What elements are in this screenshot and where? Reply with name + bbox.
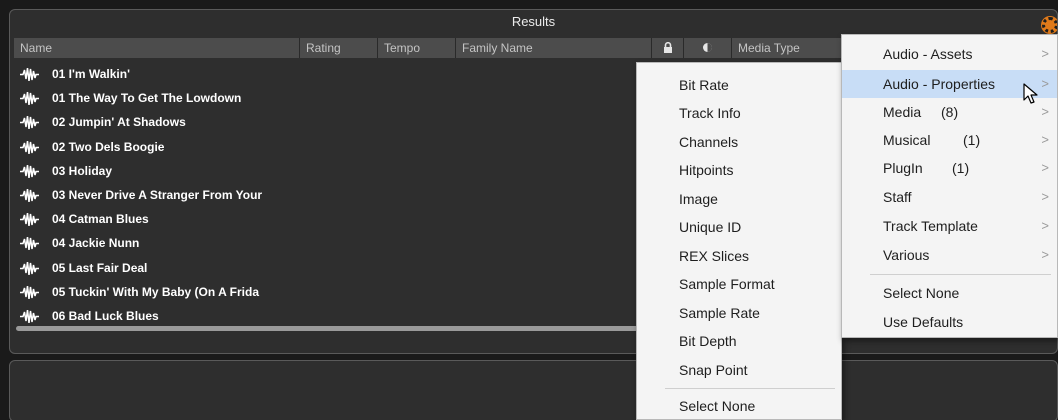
menu-item-label: Media [883, 104, 922, 120]
column-media-type[interactable]: Media Type [732, 38, 842, 58]
chevron-right-icon: > [1041, 189, 1049, 204]
lock-icon [663, 41, 672, 53]
menu-item-count: (8) [941, 104, 959, 120]
results-title: Results [511, 14, 556, 29]
list-item[interactable]: 01 The Way To Get The Lowdown [14, 86, 654, 110]
list-item[interactable]: 01 I'm Walkin' [14, 62, 654, 86]
chevron-right-icon: > [1041, 104, 1049, 119]
menu-item-image[interactable]: Image [637, 185, 841, 213]
chevron-right-icon: > [1041, 218, 1049, 233]
menu-item-audio-assets[interactable]: Audio - Assets > [842, 40, 1057, 68]
list-item[interactable]: 03 Holiday [14, 159, 654, 183]
waveform-icon [20, 285, 39, 299]
waveform-icon [20, 261, 39, 275]
list-item[interactable]: 05 Last Fair Deal [14, 256, 654, 280]
chevron-right-icon: > [1041, 132, 1049, 147]
menu-item-snap-point[interactable]: Snap Point [637, 356, 841, 384]
column-rating[interactable]: Rating [300, 38, 378, 58]
menu-item-rex-slices[interactable]: REX Slices [637, 242, 841, 270]
results-list: 01 I'm Walkin' 01 The Way To Get The Low… [14, 62, 654, 324]
column-tempo[interactable]: Tempo [378, 38, 456, 58]
menu-item-bit-depth[interactable]: Bit Depth [637, 327, 841, 355]
waveform-icon [20, 140, 39, 154]
list-item-label: 04 Jackie Nunn [52, 236, 140, 251]
menu-item-sample-format[interactable]: Sample Format [637, 270, 841, 298]
waveform-icon [20, 92, 39, 106]
menu-item-track-template[interactable]: Track Template > [842, 212, 1057, 240]
list-item-label: 06 Bad Luck Blues [52, 308, 159, 323]
waveform-icon [20, 309, 39, 323]
list-item-label: 02 Jumpin' At Shadows [52, 115, 186, 130]
horizontal-scrollbar[interactable] [16, 326, 656, 331]
list-item-label: 02 Two Dels Boogie [52, 139, 165, 154]
audio-properties-submenu: Bit Rate Track Info Channels Hitpoints I… [636, 62, 842, 420]
menu-item-various[interactable]: Various > [842, 241, 1057, 269]
list-item[interactable]: 05 Tuckin' With My Baby (On A Frida [14, 280, 654, 304]
waveform-icon [20, 116, 39, 130]
menu-item-count: (1) [963, 132, 981, 148]
menu-separator [665, 388, 835, 389]
list-item-label: 03 Holiday [52, 163, 113, 178]
column-name[interactable]: Name [14, 38, 300, 58]
list-item[interactable]: 02 Jumpin' At Shadows [14, 110, 654, 134]
menu-item-label: Track Template [883, 218, 978, 234]
chevron-right-icon: > [1041, 160, 1049, 175]
menu-item-label: Audio - Assets [883, 46, 973, 62]
menu-item-unique-id[interactable]: Unique ID [637, 213, 841, 241]
list-item[interactable]: 04 Jackie Nunn [14, 231, 654, 255]
context-menu: Audio - Assets > Audio - Properties > Me… [841, 34, 1058, 338]
menu-item-staff[interactable]: Staff > [842, 183, 1057, 211]
menu-separator [870, 274, 1051, 275]
chevron-right-icon: > [1041, 76, 1049, 91]
bottom-panel [9, 360, 1058, 420]
menu-item-track-info[interactable]: Track Info [637, 99, 841, 127]
chevron-right-icon: > [1041, 247, 1049, 262]
list-item[interactable]: 04 Catman Blues [14, 207, 654, 231]
waveform-icon [20, 237, 39, 251]
menu-item-plugin[interactable]: PlugIn (1) > [842, 154, 1057, 182]
menu-item-label: PlugIn [883, 160, 923, 176]
menu-item-hitpoints[interactable]: Hitpoints [637, 156, 841, 184]
list-item[interactable]: 03 Never Drive A Stranger From Your [14, 183, 654, 207]
mouse-cursor-icon [1023, 83, 1038, 104]
list-item[interactable]: 06 Bad Luck Blues [14, 304, 654, 324]
menu-item-sample-rate[interactable]: Sample Rate [637, 299, 841, 327]
list-item-label: 04 Catman Blues [52, 212, 149, 227]
menu-item-select-none[interactable]: Select None [637, 392, 841, 420]
list-item-label: 03 Never Drive A Stranger From Your [52, 187, 263, 202]
waveform-icon [20, 213, 39, 227]
column-color[interactable] [684, 38, 732, 58]
color-circle-icon [703, 43, 712, 52]
list-item[interactable]: 02 Two Dels Boogie [14, 135, 654, 159]
list-item-label: 01 The Way To Get The Lowdown [52, 91, 242, 106]
menu-item-label: Audio - Properties [883, 76, 996, 92]
menu-item-label: Staff [883, 189, 912, 205]
menu-item-count: (1) [952, 160, 970, 176]
menu-item-label: Various [883, 247, 930, 263]
gear-icon[interactable] [1042, 17, 1057, 33]
menu-item-use-defaults[interactable]: Use Defaults [842, 308, 1057, 336]
list-item-label: 05 Last Fair Deal [52, 260, 148, 275]
column-family-name[interactable]: Family Name [456, 38, 652, 58]
menu-item-channels[interactable]: Channels [637, 128, 841, 156]
list-item-label: 05 Tuckin' With My Baby (On A Frida [52, 284, 259, 299]
menu-item-musical[interactable]: Musical (1) > [842, 126, 1057, 154]
menu-item-bit-rate[interactable]: Bit Rate [637, 71, 841, 99]
waveform-icon [20, 68, 39, 81]
menu-item-select-none[interactable]: Select None [842, 279, 1057, 307]
chevron-right-icon: > [1041, 46, 1049, 61]
waveform-icon [20, 164, 39, 178]
list-item-label: 01 I'm Walkin' [52, 67, 130, 81]
column-lock[interactable] [652, 38, 684, 58]
waveform-icon [20, 188, 39, 202]
menu-item-label: Musical [883, 132, 931, 148]
